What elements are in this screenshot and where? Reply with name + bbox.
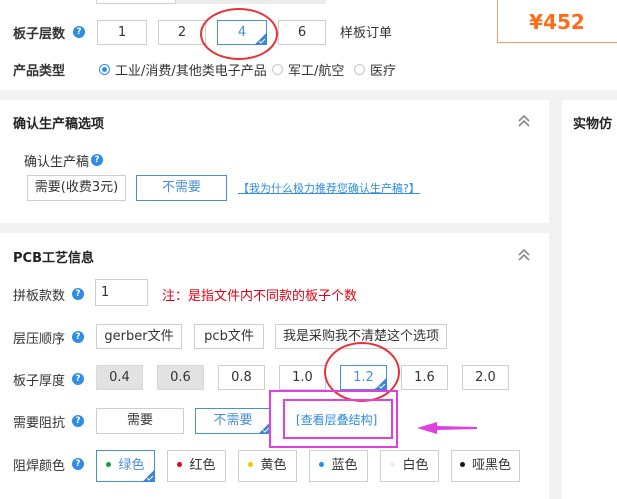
check-corner-icon [142, 469, 155, 482]
price-value: ¥452 [529, 10, 585, 34]
help-icon[interactable]: ? [91, 154, 103, 166]
thickness-option-1.0[interactable]: 1.0 [279, 365, 326, 390]
top-field-stub-1 [96, 0, 176, 4]
solder-option-red-label: 红色 [189, 458, 216, 473]
impedance-option-no[interactable]: 不需要 [195, 408, 271, 434]
panel-count-note: 注：是指文件内不同款的板子个数 [162, 289, 358, 304]
help-icon[interactable]: ? [73, 26, 85, 38]
confirm-section-title: 确认生产稿选项 [13, 117, 105, 132]
sample-order-label: 样板订单 [340, 26, 393, 41]
red-dot-icon [177, 462, 183, 467]
layer-option-1[interactable]: 1 [97, 20, 147, 45]
impedance-option-no-label: 不需要 [213, 413, 253, 428]
thickness-option-0.8[interactable]: 0.8 [218, 365, 265, 390]
confirm-field-label: 确认生产稿 [24, 155, 90, 170]
layer-option-6[interactable]: 6 [278, 20, 326, 45]
collapse-chevron-icon[interactable] [517, 113, 531, 129]
help-icon[interactable]: ? [72, 415, 84, 427]
view-stackup-link[interactable]: [查看层叠结构] [296, 411, 377, 428]
confirm-option-no[interactable]: 不需要 [136, 175, 227, 201]
black-dot-icon [459, 462, 465, 467]
top-field-stub-2 [176, 0, 326, 4]
layer-option-2[interactable]: 2 [158, 20, 206, 45]
solder-option-white[interactable]: 白色 [380, 450, 439, 482]
thickness-label: 板子厚度 [13, 374, 66, 389]
blue-dot-icon [319, 462, 325, 467]
radio-industrial[interactable] [99, 64, 110, 75]
thickness-option-0.6[interactable]: 0.6 [157, 365, 204, 390]
panel-count-input[interactable]: 1 [95, 279, 148, 306]
product-option-medical[interactable]: 医疗 [370, 60, 396, 79]
thickness-option-1.6[interactable]: 1.6 [401, 365, 448, 390]
collapse-chevron-icon[interactable] [517, 247, 531, 263]
solder-option-green-label: 绿色 [118, 458, 145, 473]
radio-medical[interactable] [354, 64, 365, 75]
solder-option-green[interactable]: 绿色 [96, 450, 155, 482]
product-option-military[interactable]: 军工/航空 [288, 60, 344, 79]
solder-option-blue[interactable]: 蓝色 [309, 450, 368, 482]
confirm-recommend-link[interactable]: 【我为什么极力推荐您确认生产稿?】 [238, 180, 420, 196]
product-option-industrial[interactable]: 工业/消费/其他类电子产品 [115, 60, 267, 79]
annotation-arrow-icon [417, 422, 477, 434]
stack-option-gerber[interactable]: gerber文件 [96, 324, 182, 349]
thickness-option-0.4[interactable]: 0.4 [96, 365, 143, 390]
side-panel [562, 100, 617, 499]
solder-option-white-label: 白色 [402, 458, 429, 473]
yellow-dot-icon [248, 462, 254, 467]
radio-military[interactable] [272, 64, 283, 75]
white-dot-icon [390, 462, 396, 467]
solder-color-label: 阻焊颜色 [13, 459, 66, 474]
stack-order-label: 层压顺序 [13, 332, 66, 347]
help-icon[interactable]: ? [72, 458, 84, 470]
confirm-option-yes[interactable]: 需要(收费3元) [27, 175, 126, 201]
stack-option-pcb[interactable]: pcb文件 [194, 324, 264, 349]
board-layers-label: 板子层数 [13, 27, 66, 42]
thickness-option-2.0[interactable]: 2.0 [462, 365, 509, 390]
help-icon[interactable]: ? [72, 373, 84, 385]
product-type-label: 产品类型 [13, 64, 66, 79]
solder-option-matte-black[interactable]: 哑黑色 [451, 450, 520, 482]
panel-count-label: 拼板款数 [13, 289, 66, 304]
green-dot-icon [106, 462, 112, 467]
side-section-title: 实物仿 [573, 117, 613, 132]
solder-option-red[interactable]: 红色 [167, 450, 226, 482]
solder-option-blue-label: 蓝色 [331, 458, 358, 473]
impedance-option-yes[interactable]: 需要 [96, 408, 184, 434]
impedance-label: 需要阻抗 [13, 416, 66, 431]
annotation-circle-layers [200, 8, 278, 60]
help-icon[interactable]: ? [72, 288, 84, 300]
solder-option-yellow-label: 黄色 [260, 458, 287, 473]
solder-option-yellow[interactable]: 黄色 [238, 450, 297, 482]
solder-option-matte-black-label: 哑黑色 [471, 458, 511, 473]
price-box: ¥452 [497, 0, 617, 43]
pcb-section-title: PCB工艺信息 [13, 251, 94, 266]
help-icon[interactable]: ? [72, 331, 84, 343]
